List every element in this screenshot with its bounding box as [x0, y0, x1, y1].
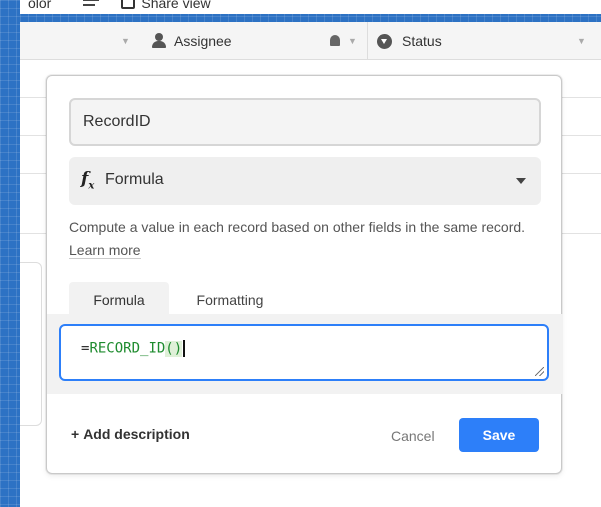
add-description-label: Add description: [83, 426, 190, 442]
learn-more-link[interactable]: Learn more: [69, 242, 141, 259]
field-type-label: Formula: [105, 171, 164, 188]
bell-icon: [330, 35, 340, 46]
chevron-down-icon[interactable]: ▼: [577, 36, 586, 46]
field-name-input[interactable]: [69, 98, 541, 146]
row-height-icon[interactable]: [83, 0, 100, 9]
color-button[interactable]: olor: [28, 0, 51, 11]
field-type-description: Compute a value in each record based on …: [69, 216, 539, 262]
tab-formula[interactable]: Formula: [69, 282, 169, 318]
tab-formatting[interactable]: Formatting: [175, 282, 285, 318]
field-editor-popover: fx Formula Compute a value in each recor…: [46, 75, 563, 474]
chevron-down-icon[interactable]: ▼: [121, 36, 130, 46]
formula-editor[interactable]: =RECORD_ID(): [59, 324, 549, 381]
caret-down-icon: [516, 178, 526, 184]
plus-icon: +: [71, 426, 80, 442]
formula-icon: fx: [81, 169, 95, 192]
field-type-select[interactable]: fx Formula: [69, 157, 541, 205]
add-description-button[interactable]: + Add description: [71, 426, 190, 442]
formula-parens: (): [165, 340, 183, 357]
column-divider: [367, 22, 368, 60]
side-panel: [20, 262, 42, 426]
cancel-button[interactable]: Cancel: [391, 428, 435, 444]
toolbar: olor Share view: [20, 0, 601, 22]
formula-text: =RECORD_ID(): [81, 340, 186, 357]
background-strip: [0, 0, 20, 507]
share-view-button[interactable]: Share view: [141, 0, 210, 11]
share-view-icon[interactable]: [121, 0, 136, 9]
formula-tabs: Formula Formatting: [69, 282, 541, 318]
column-header-assignee[interactable]: Assignee: [174, 33, 232, 49]
chevron-down-icon[interactable]: ▼: [348, 36, 357, 46]
resize-handle-icon[interactable]: [535, 367, 544, 376]
grid-header: ▼ Assignee ▼ Status ▼: [20, 22, 601, 60]
description-text: Compute a value in each record based on …: [69, 219, 526, 235]
save-button[interactable]: Save: [459, 418, 539, 452]
column-header-status[interactable]: Status: [402, 33, 442, 49]
user-icon: [152, 33, 166, 49]
formula-function: RECORD_ID: [89, 340, 166, 357]
single-select-icon: [377, 34, 392, 49]
text-cursor: [183, 340, 186, 357]
